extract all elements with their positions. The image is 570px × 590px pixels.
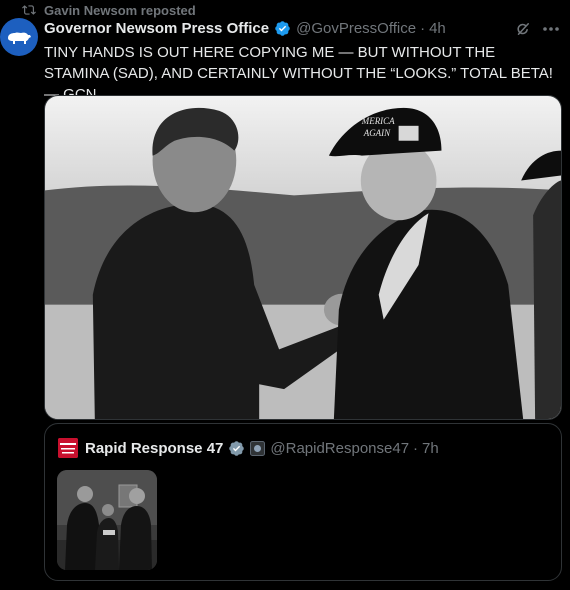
- cap-text-line2: AGAIN: [363, 128, 391, 138]
- repost-indicator[interactable]: Gavin Newsom reposted: [22, 0, 196, 20]
- meta-separator: ·: [420, 20, 426, 37]
- government-badge-icon[interactable]: [250, 440, 266, 456]
- grok-icon[interactable]: [514, 20, 532, 38]
- repost-label: Gavin Newsom reposted: [44, 2, 196, 18]
- quote-timestamp[interactable]: 7h: [422, 440, 439, 457]
- quote-author-handle[interactable]: @RapidResponse47: [270, 440, 409, 457]
- cap-flag: [398, 125, 419, 141]
- author-handle[interactable]: @GovPressOffice: [296, 20, 416, 37]
- quote-photo-thumbnail[interactable]: [57, 470, 157, 570]
- post-photo[interactable]: MERICA AGAIN: [44, 95, 562, 420]
- quoted-post[interactable]: Rapid Response 47 @RapidResponse47 · 7h: [44, 423, 562, 581]
- more-icon[interactable]: [541, 21, 561, 37]
- quote-header: Rapid Response 47 @RapidResponse47 · 7h: [85, 438, 439, 458]
- avatar-bear-icon: [8, 32, 31, 44]
- quote-avatar[interactable]: [58, 438, 78, 458]
- post-header: Governor Newsom Press Office @GovPressOf…: [44, 20, 514, 37]
- post-timestamp[interactable]: 4h: [429, 20, 446, 37]
- author-avatar[interactable]: [0, 18, 38, 56]
- quote-meta-separator: ·: [413, 439, 419, 457]
- repost-tweet[interactable]: Gavin Newsom reposted Governor Newsom Pr…: [0, 0, 570, 590]
- author-name[interactable]: Governor Newsom Press Office: [44, 20, 269, 37]
- edge-figure: [533, 180, 561, 419]
- quote-author-name[interactable]: Rapid Response 47: [85, 440, 223, 457]
- cap-text-line1: MERICA: [361, 116, 395, 126]
- repost-icon: [22, 3, 36, 17]
- verified-badge-icon[interactable]: [274, 20, 291, 37]
- verified-badge-icon[interactable]: [228, 440, 245, 457]
